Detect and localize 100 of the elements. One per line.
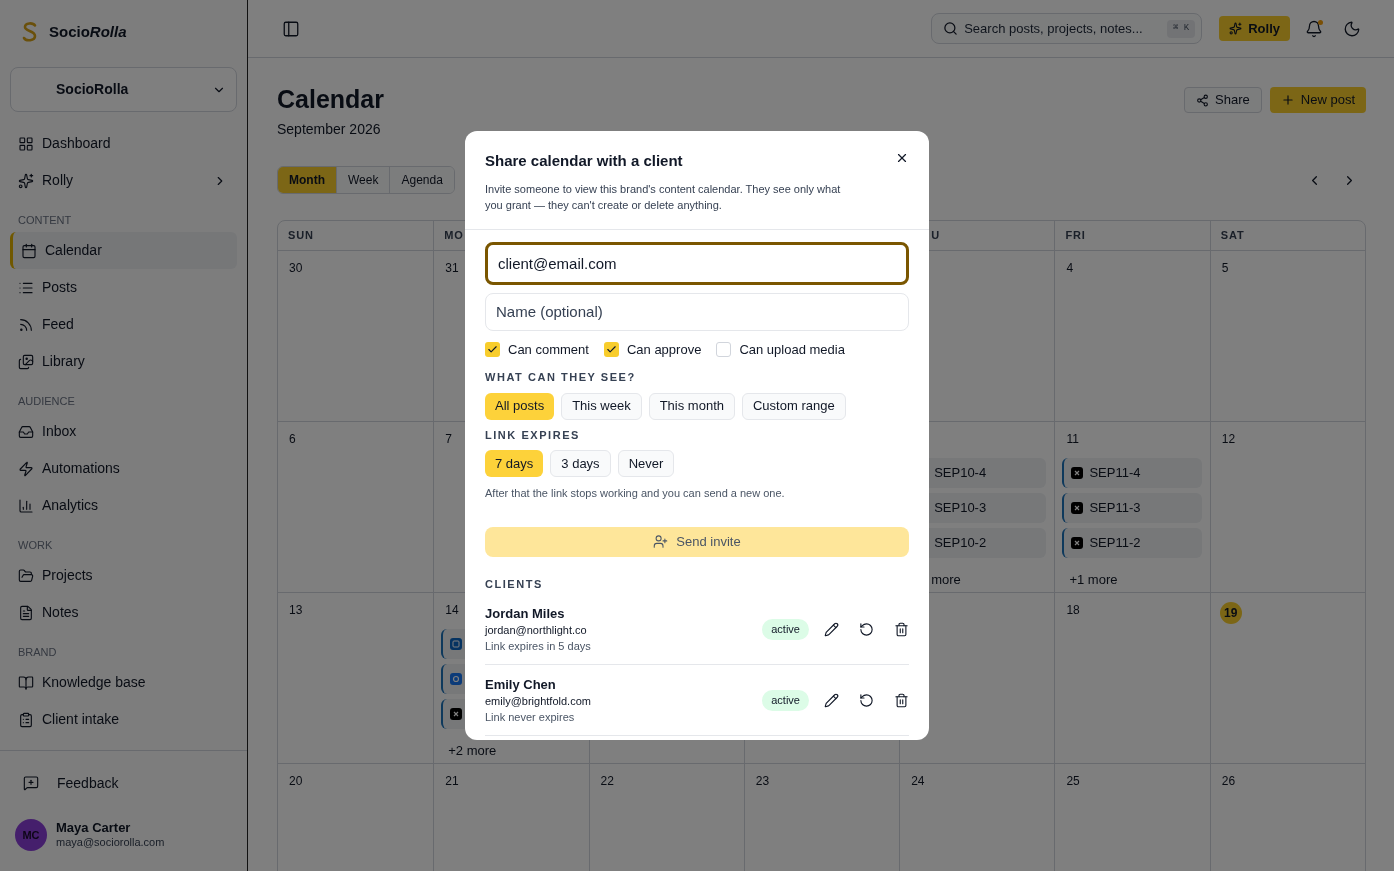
x-logo-icon bbox=[450, 708, 463, 720]
document-icon bbox=[18, 604, 34, 621]
section-heading: AUDIENCE bbox=[18, 393, 75, 409]
checkbox[interactable] bbox=[716, 341, 732, 357]
bar-chart-icon bbox=[18, 497, 34, 514]
bell-icon bbox=[1305, 19, 1323, 38]
x-logo-icon bbox=[1071, 537, 1084, 549]
post-chip[interactable]: SEP11-2 bbox=[1062, 528, 1202, 558]
weekday-label: U bbox=[931, 228, 940, 244]
day-number: 21 bbox=[444, 772, 459, 790]
client-expiry: Link never expires bbox=[485, 709, 576, 725]
day-number: 22 bbox=[599, 772, 614, 790]
search-field[interactable]: Search posts, projects, notes... ⌘ K bbox=[931, 13, 1203, 44]
section-heading: WORK bbox=[18, 537, 53, 553]
sidebar-item[interactable]: Knowledge base bbox=[10, 664, 237, 701]
scope-option[interactable]: This month bbox=[648, 392, 735, 420]
sidebar-item[interactable]: Notes bbox=[10, 594, 237, 631]
notifications-button[interactable] bbox=[1305, 19, 1323, 38]
check-icon bbox=[487, 343, 498, 355]
dialog-description: Invite someone to view this brand's content calendar. They see only what you grant — they can't create or delete anything. bbox=[485, 181, 842, 213]
delete-icon[interactable] bbox=[894, 692, 909, 708]
refresh-icon[interactable] bbox=[859, 621, 874, 637]
brand-name: SocioRolla bbox=[49, 21, 127, 42]
view-tab[interactable]: Month bbox=[278, 167, 336, 193]
sidebar-toggle-icon[interactable] bbox=[282, 19, 300, 38]
sidebar-item[interactable]: Analytics bbox=[10, 487, 237, 524]
weekday-label: MO bbox=[444, 228, 464, 244]
search-placeholder: Search posts, projects, notes... bbox=[964, 19, 1144, 38]
sidebar-item[interactable]: Client intake bbox=[10, 701, 237, 738]
weekday-label: SUN bbox=[288, 228, 314, 244]
rss-icon bbox=[18, 316, 34, 333]
expiry-option[interactable]: 3 days bbox=[550, 450, 611, 477]
feedback-link[interactable]: Feedback bbox=[0, 768, 247, 798]
sparkles-icon bbox=[1229, 22, 1243, 35]
status-badge: active bbox=[762, 618, 809, 640]
assistant-button[interactable]: Rolly bbox=[1219, 16, 1290, 41]
scope-option[interactable]: This week bbox=[561, 392, 642, 420]
permission-checkbox[interactable]: Can comment bbox=[485, 339, 589, 359]
sidebar-item[interactable]: Dashboard bbox=[10, 125, 237, 162]
sidebar-item[interactable]: Inbox bbox=[10, 413, 237, 450]
day-number: 26 bbox=[1220, 772, 1236, 790]
sidebar-item[interactable]: Rolly bbox=[10, 162, 237, 199]
permission-checkbox[interactable]: Can upload media bbox=[716, 339, 845, 359]
day-number: 25 bbox=[1065, 772, 1080, 790]
checkbox[interactable] bbox=[603, 341, 619, 357]
sidebar-item[interactable]: Automations bbox=[10, 450, 237, 487]
post-chip[interactable]: SEP11-4 bbox=[1062, 458, 1202, 488]
book-icon bbox=[18, 674, 34, 691]
day-number: 13 bbox=[288, 601, 303, 619]
client-name: Jordan Miles bbox=[485, 604, 566, 623]
text-field[interactable]: client@email.com bbox=[485, 241, 909, 285]
expiry-option[interactable]: Never bbox=[617, 450, 675, 477]
facebook-logo-icon bbox=[450, 673, 463, 685]
sparkles-icon bbox=[18, 172, 34, 189]
theme-toggle-icon[interactable] bbox=[1343, 19, 1361, 38]
share-button[interactable]: Share bbox=[1184, 87, 1262, 113]
section-heading: BRAND bbox=[18, 644, 57, 660]
more-link[interactable]: +1 more bbox=[1069, 570, 1118, 590]
day-number: 14 bbox=[444, 601, 459, 619]
more-link[interactable]: more bbox=[931, 570, 961, 590]
expiry-option[interactable]: 7 days bbox=[485, 450, 544, 477]
scope-option[interactable]: Custom range bbox=[742, 392, 846, 420]
new-post-button[interactable]: New post bbox=[1269, 87, 1366, 113]
day-number: 6 bbox=[288, 430, 296, 448]
sidebar-item[interactable]: Library bbox=[10, 343, 237, 380]
user-email: maya@sociorolla.com bbox=[56, 836, 165, 850]
close-icon[interactable] bbox=[895, 151, 909, 165]
expiry-note: After that the link stops working and you can send a new one. bbox=[485, 486, 786, 501]
view-tab[interactable]: Agenda bbox=[389, 167, 454, 193]
post-chip[interactable]: SEP11-3 bbox=[1062, 493, 1202, 523]
client-email: emily@brightfold.com bbox=[485, 693, 592, 709]
permission-checkbox[interactable]: Can approve bbox=[603, 339, 702, 359]
sidebar-item[interactable]: Calendar bbox=[10, 232, 237, 269]
feedback-icon bbox=[23, 775, 39, 791]
share-icon bbox=[1196, 93, 1210, 107]
day-number: 4 bbox=[1065, 259, 1074, 277]
sidebar-item[interactable]: Feed bbox=[10, 306, 237, 343]
refresh-icon[interactable] bbox=[859, 692, 874, 708]
more-link[interactable]: +2 more bbox=[448, 741, 497, 761]
day-number: 31 bbox=[444, 259, 459, 277]
user-name: Maya Carter bbox=[56, 820, 132, 837]
section-heading: CONTENT bbox=[18, 212, 72, 228]
sidebar-item[interactable]: Projects bbox=[10, 557, 237, 594]
workspace-selector[interactable]: SocioRolla bbox=[10, 67, 237, 112]
x-logo-icon bbox=[1071, 502, 1084, 514]
dialog-title: Share calendar with a client bbox=[485, 151, 683, 171]
edit-icon[interactable] bbox=[824, 621, 839, 637]
day-number: 30 bbox=[288, 259, 303, 277]
sidebar-item[interactable]: Posts bbox=[10, 269, 237, 306]
weekday-label: SAT bbox=[1220, 228, 1245, 244]
checkbox[interactable] bbox=[485, 341, 500, 357]
scope-option[interactable]: All posts bbox=[485, 392, 555, 420]
delete-icon[interactable] bbox=[894, 621, 909, 637]
linkedin-logo-icon bbox=[450, 638, 463, 650]
day-number: 7 bbox=[444, 430, 452, 448]
logo-icon bbox=[21, 21, 39, 43]
inbox-icon bbox=[18, 423, 34, 440]
edit-icon[interactable] bbox=[824, 692, 839, 708]
text-field[interactable]: Name (optional) bbox=[485, 292, 909, 331]
section-heading: WHAT CAN THEY SEE? bbox=[485, 370, 637, 385]
